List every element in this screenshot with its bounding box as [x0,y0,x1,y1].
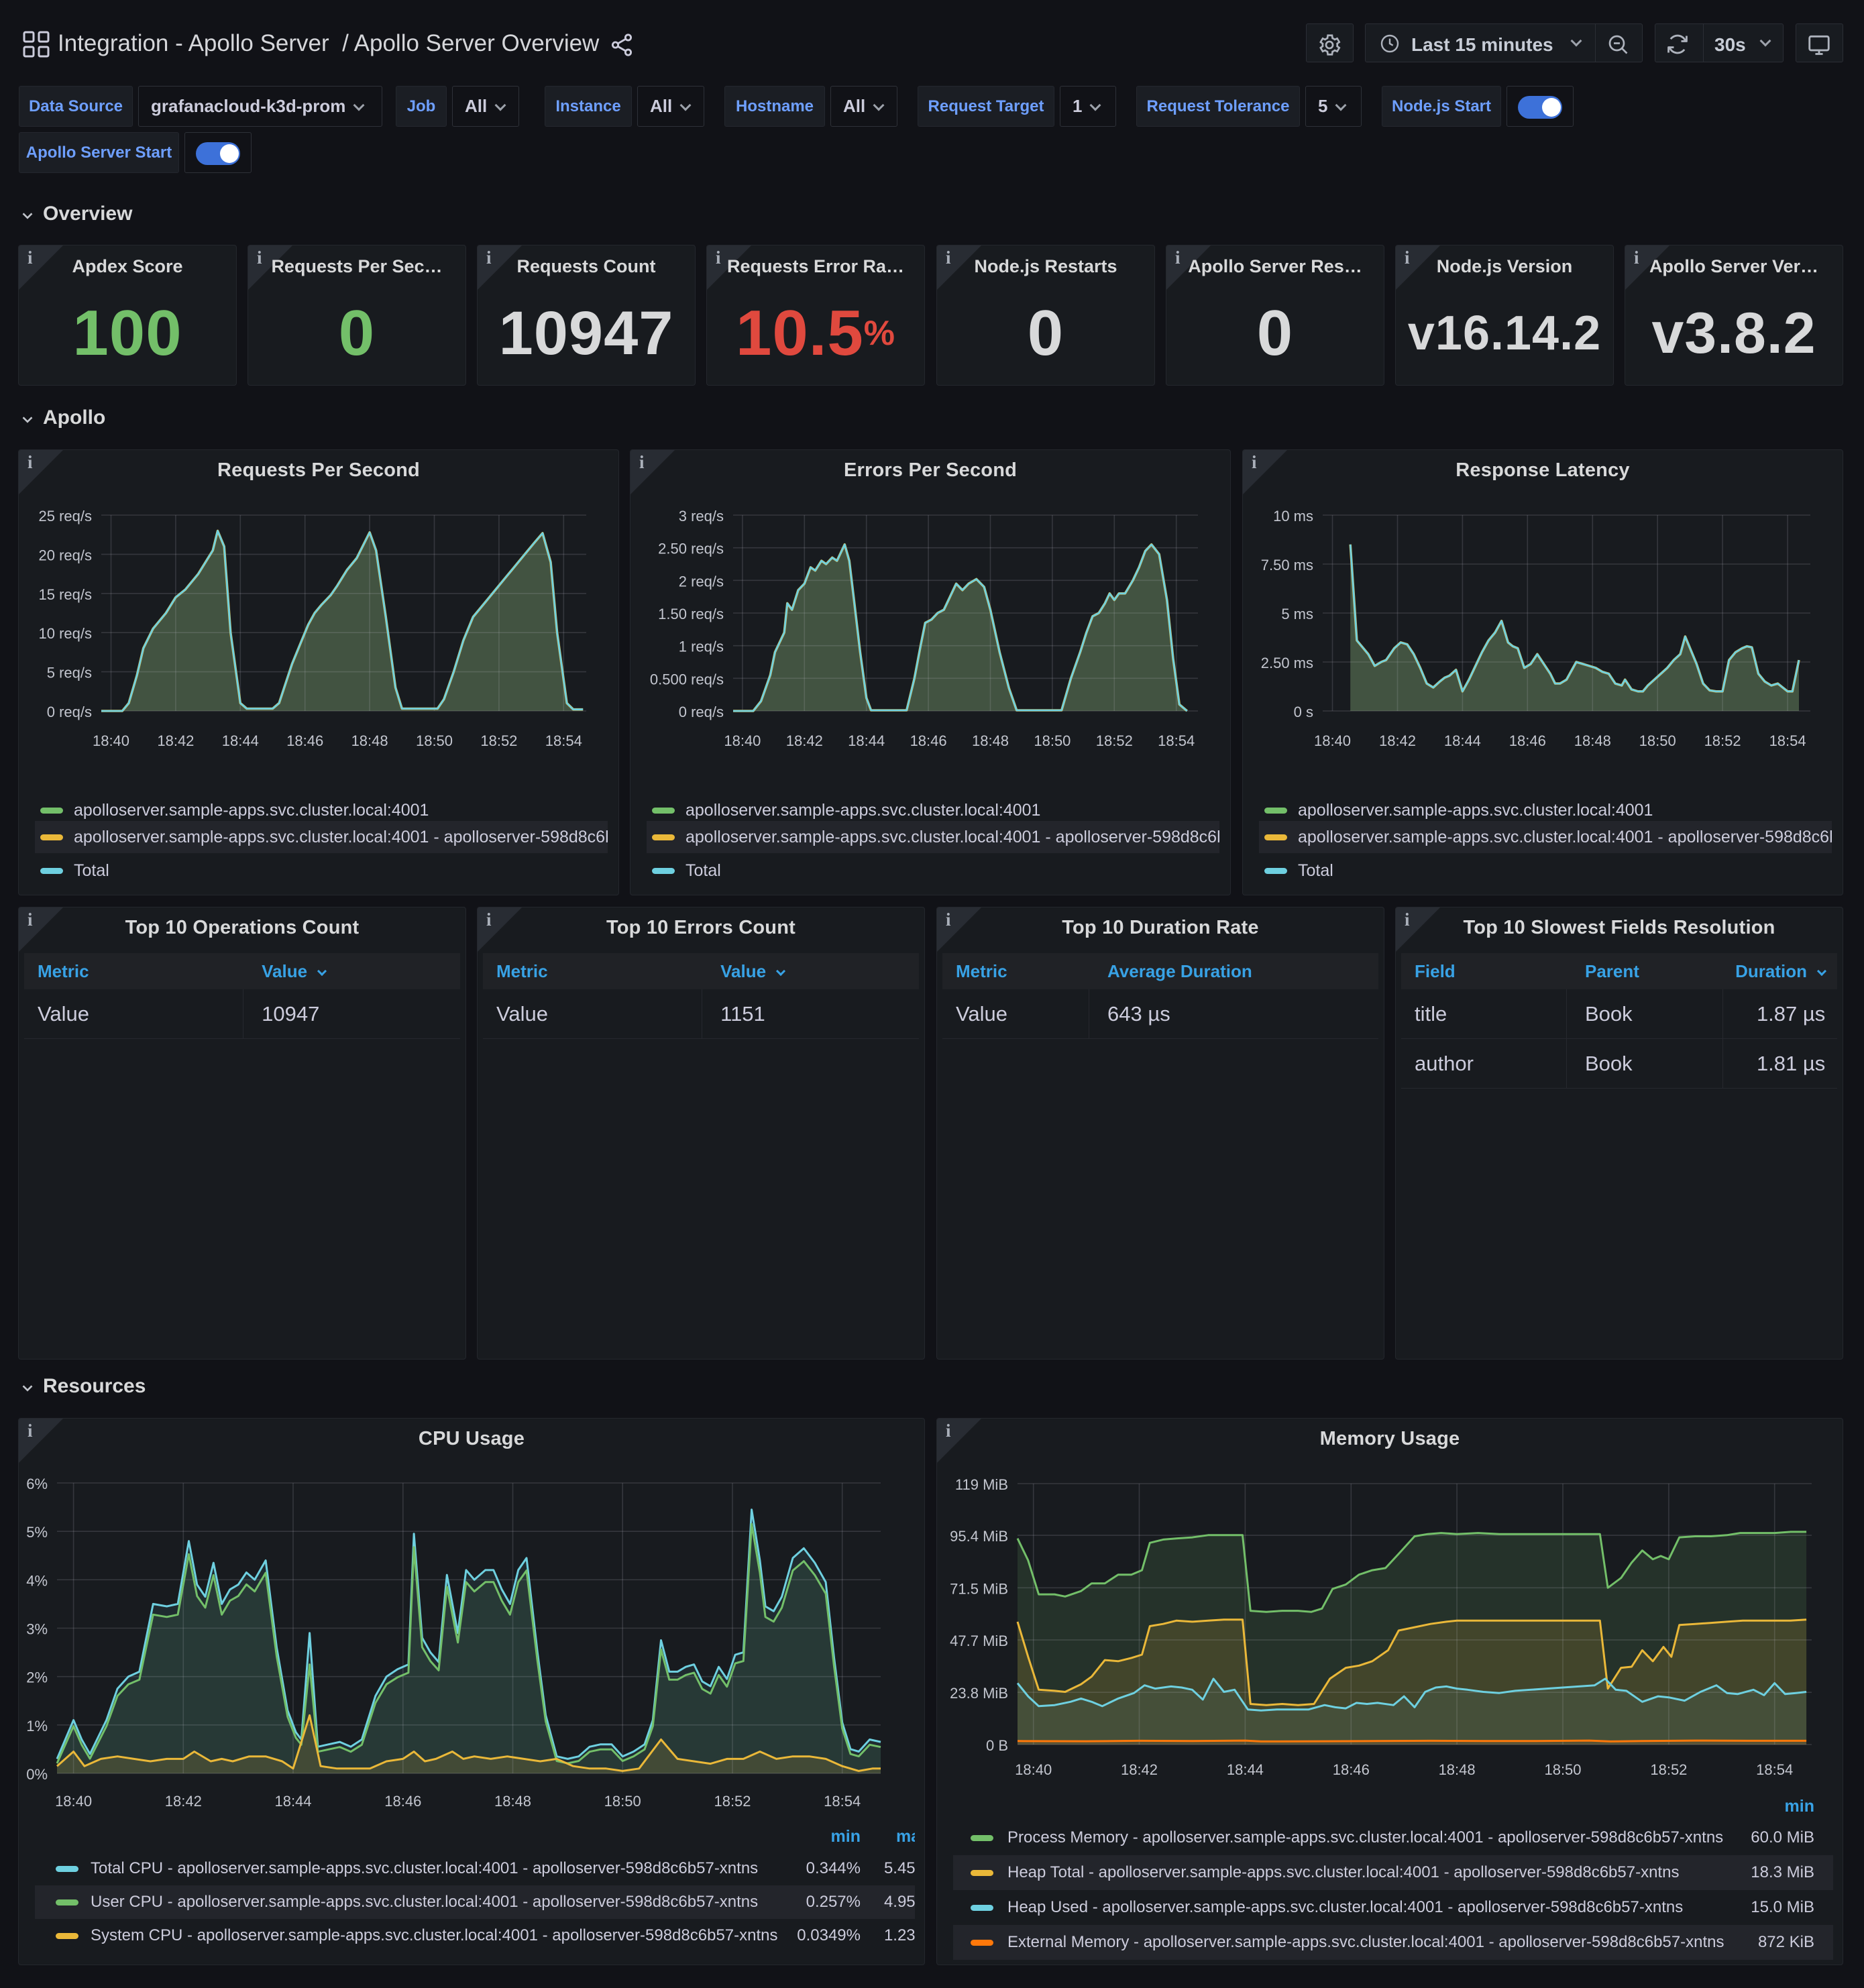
svg-text:0%: 0% [26,1766,48,1783]
svg-text:0 B: 0 B [986,1737,1008,1754]
svg-text:1%: 1% [26,1718,48,1734]
svg-text:18:48: 18:48 [351,732,388,749]
svg-text:18:40: 18:40 [93,732,129,749]
svg-text:18:54: 18:54 [1769,732,1806,749]
svg-text:3 req/s: 3 req/s [679,508,724,524]
svg-text:23.8 MiB: 23.8 MiB [950,1685,1008,1702]
svg-text:0 req/s: 0 req/s [679,704,724,720]
svg-text:10 ms: 10 ms [1273,508,1313,524]
svg-text:2.50 ms: 2.50 ms [1261,655,1313,671]
svg-text:18:50: 18:50 [416,732,453,749]
svg-text:18:50: 18:50 [1639,732,1676,749]
svg-text:18:54: 18:54 [1756,1761,1793,1778]
svg-text:18:44: 18:44 [1227,1761,1264,1778]
svg-text:18:46: 18:46 [1333,1761,1370,1778]
svg-text:18:42: 18:42 [1121,1761,1158,1778]
svg-text:18:40: 18:40 [724,732,761,749]
svg-text:18:42: 18:42 [786,732,823,749]
svg-text:18:54: 18:54 [824,1793,861,1810]
svg-text:18:52: 18:52 [1096,732,1133,749]
svg-text:18:44: 18:44 [222,732,259,749]
svg-text:18:42: 18:42 [157,732,194,749]
svg-text:18:50: 18:50 [1544,1761,1581,1778]
svg-text:5 req/s: 5 req/s [47,665,92,681]
svg-text:119 MiB: 119 MiB [955,1476,1008,1493]
svg-text:18:46: 18:46 [1509,732,1546,749]
svg-text:3%: 3% [26,1621,48,1638]
svg-text:18:48: 18:48 [972,732,1009,749]
svg-text:2 req/s: 2 req/s [679,573,724,590]
svg-text:18:52: 18:52 [714,1793,751,1810]
svg-text:15 req/s: 15 req/s [39,586,93,603]
svg-text:18:42: 18:42 [1379,732,1416,749]
svg-text:0 req/s: 0 req/s [47,704,92,720]
svg-text:18:52: 18:52 [1704,732,1741,749]
svg-text:95.4 MiB: 95.4 MiB [950,1528,1008,1545]
svg-text:0 s: 0 s [1294,704,1313,720]
svg-text:1.50 req/s: 1.50 req/s [658,606,724,622]
svg-text:18:46: 18:46 [384,1793,421,1810]
svg-text:0.500 req/s: 0.500 req/s [650,671,724,687]
svg-text:18:46: 18:46 [910,732,947,749]
svg-text:18:52: 18:52 [480,732,517,749]
svg-text:18:48: 18:48 [1439,1761,1476,1778]
svg-text:4%: 4% [26,1572,48,1589]
svg-text:18:46: 18:46 [286,732,323,749]
svg-text:18:40: 18:40 [1314,732,1351,749]
svg-text:6%: 6% [26,1476,48,1492]
svg-text:18:54: 18:54 [1158,732,1195,749]
svg-text:18:50: 18:50 [1034,732,1071,749]
svg-text:5 ms: 5 ms [1281,606,1313,622]
svg-text:18:40: 18:40 [1015,1761,1052,1778]
svg-text:1 req/s: 1 req/s [679,639,724,655]
svg-text:47.7 MiB: 47.7 MiB [950,1633,1008,1649]
svg-text:18:52: 18:52 [1650,1761,1687,1778]
svg-text:18:40: 18:40 [55,1793,92,1810]
svg-text:25 req/s: 25 req/s [39,508,93,524]
svg-text:18:42: 18:42 [165,1793,202,1810]
svg-text:5%: 5% [26,1524,48,1541]
svg-text:2.50 req/s: 2.50 req/s [658,541,724,557]
svg-text:18:50: 18:50 [604,1793,641,1810]
svg-text:18:44: 18:44 [274,1793,311,1810]
svg-text:10 req/s: 10 req/s [39,625,93,642]
svg-text:20 req/s: 20 req/s [39,547,93,563]
svg-text:71.5 MiB: 71.5 MiB [950,1580,1008,1597]
svg-text:18:44: 18:44 [1444,732,1481,749]
svg-text:18:48: 18:48 [1574,732,1611,749]
svg-text:2%: 2% [26,1669,48,1686]
svg-text:18:54: 18:54 [545,732,582,749]
svg-text:18:44: 18:44 [848,732,885,749]
svg-text:7.50 ms: 7.50 ms [1261,557,1313,573]
svg-text:18:48: 18:48 [494,1793,531,1810]
